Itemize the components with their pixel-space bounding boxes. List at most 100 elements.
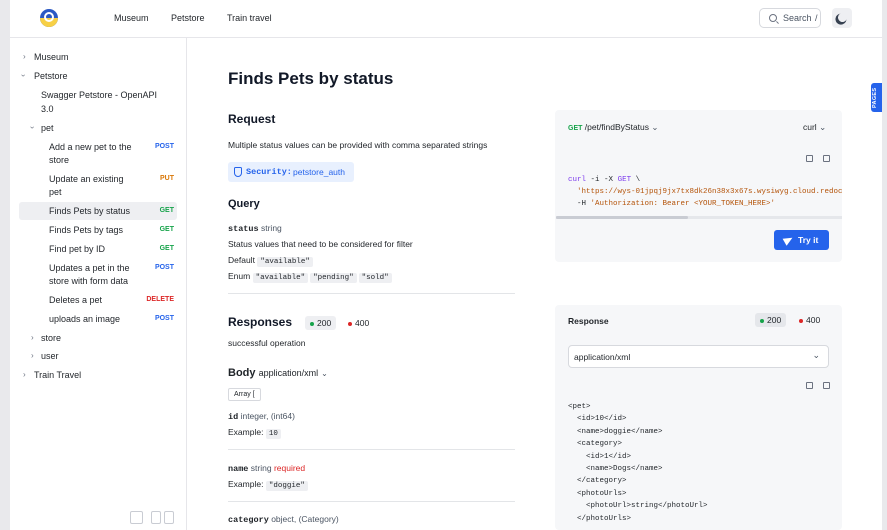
pages-tab[interactable]: PAGES [871,83,882,112]
sidebar-item-petstore-doc-version[interactable]: 3.0 [41,103,54,116]
security-badge[interactable]: Security: petstore_auth [228,162,354,182]
layout-columns-icon[interactable] [164,511,174,524]
param-enum: Enum "available" "pending" "sold" [228,271,394,283]
request-heading: Request [228,112,276,126]
window-frame-right [882,0,887,530]
security-label: Security: [246,167,292,177]
status-dot [310,321,314,326]
method-badge-get: GET [159,245,174,252]
method-badge-delete: DELETE [146,296,174,303]
sidebar-endpoint-label[interactable]: pet [49,186,62,199]
method-badge-get: GET [159,226,174,233]
collapse-sidebar-icon[interactable] [130,511,143,524]
response-sample-code-200[interactable]: 200 [755,313,787,327]
param-default: Default "available" [228,255,315,267]
chevron-down-icon: ⌄ [651,122,659,132]
expand-icon[interactable] [806,155,813,162]
sidebar-endpoint-label[interactable]: Find pet by ID [49,243,105,256]
body-toggle[interactable]: Body application/xml ⌄ [228,367,328,379]
sidebar-endpoint-label[interactable]: Finds Pets by tags [49,224,123,237]
sidebar-endpoint-label[interactable]: store [49,154,69,167]
chevron-down-icon: ⌄ [321,369,328,378]
response-code-400[interactable]: 400 [343,316,374,330]
field-name: name [228,464,249,474]
curl-code-line-3: -H 'Authorization: Bearer <YOUR_TOKEN_HE… [577,200,776,208]
sidebar-item-user[interactable]: user [41,350,59,363]
chevron-right-icon[interactable]: › [23,370,26,379]
example-label: Example: [228,427,264,437]
divider [228,293,515,294]
sidebar-item-train-travel[interactable]: Train Travel [34,369,81,382]
layout-stacked-icon[interactable] [151,511,161,524]
param-type: string [260,223,282,233]
status-dot [760,318,764,323]
sidebar-item-store[interactable]: store [41,332,61,345]
nav-link-museum[interactable]: Museum [114,13,149,23]
sidebar-item-museum[interactable]: Museum [34,51,69,64]
language-selector[interactable]: curl ⌄ [803,122,826,133]
field-name-example: Example: "doggie" [228,479,310,491]
language-label: curl [803,122,817,132]
sidebar-endpoint-label[interactable]: Add a new pet to the [49,141,132,154]
sidebar-item-petstore[interactable]: Petstore [34,70,68,83]
curl-code-line-1: curl -i -X GET \ [568,176,641,184]
nav-link-petstore[interactable]: Petstore [171,13,205,23]
response-sample-code-400[interactable]: 400 [794,313,825,327]
endpoint-selector[interactable]: GET /pet/findByStatus ⌄ [568,122,659,133]
response-panel-title: Response [568,316,609,326]
sidebar-endpoint-label[interactable]: Updates a pet in the [49,262,130,275]
chevron-right-icon[interactable]: › [23,52,26,61]
enum-label: Enum [228,271,251,281]
copy-icon[interactable] [823,155,830,162]
method-badge-post: POST [154,264,174,271]
sidebar-item-pet[interactable]: pet [41,122,54,135]
pages-tab-label: PAGES [872,87,878,108]
expand-icon[interactable] [806,382,813,389]
window-frame-left [0,0,10,530]
xml-response-code: <pet> <id>10</id> <name>doggie</name> <c… [568,403,708,523]
try-it-button[interactable]: Try it [774,230,829,250]
divider [228,449,515,450]
sidebar-endpoint-label[interactable]: Deletes a pet [49,294,102,307]
content-type-select[interactable]: application/xml ⌄ [568,345,829,368]
copy-icon[interactable] [823,382,830,389]
field-name: id [228,412,239,422]
array-chip: Array [ [228,388,261,401]
example-value: 10 [265,429,281,439]
query-heading: Query [228,198,260,210]
sidebar-item-petstore-doc[interactable]: Swagger Petstore - OpenAPI [41,89,157,102]
code-scrollbar-thumb[interactable] [556,216,688,219]
field-name: category [228,515,269,525]
chevron-right-icon[interactable]: › [31,351,34,360]
moon-icon [837,12,849,24]
response-code-200[interactable]: 200 [305,316,337,330]
chevron-right-icon[interactable]: › [31,333,34,342]
divider [228,501,515,502]
shield-icon [234,167,242,177]
param-description: Status values that need to be considered… [228,239,413,249]
chevron-down-icon: ⌄ [819,122,827,132]
content-type-value: application/xml [574,352,631,362]
enum-value: "pending" [310,273,357,283]
default-value: "available" [257,257,313,267]
search-button[interactable]: Search / [759,8,821,28]
theme-toggle-button[interactable] [832,8,852,28]
search-label: Search [783,13,812,23]
nav-link-train-travel[interactable]: Train travel [227,13,272,23]
method-badge-post: POST [154,315,174,322]
sidebar-endpoint-label[interactable]: store with form data [49,275,128,288]
endpoint-path: /pet/findByStatus [584,122,650,132]
chevron-down-icon[interactable]: › [19,74,28,77]
enum-value: "available" [252,273,309,283]
field-type: integer, (int64) [240,411,295,421]
logo-icon[interactable] [40,9,58,27]
chevron-down-icon: ⌄ [812,350,820,360]
sidebar-endpoint-label[interactable]: Update an existing [49,173,124,186]
body-type: application/xml [258,368,319,378]
sidebar-endpoint-label[interactable]: uploads an image [49,313,120,326]
chevron-down-icon[interactable]: › [28,126,37,129]
responses-heading: Responses [228,315,293,329]
send-icon [782,234,795,246]
method-badge-get: GET [159,207,174,214]
sidebar-endpoint-label-active[interactable]: Finds Pets by status [49,205,130,218]
